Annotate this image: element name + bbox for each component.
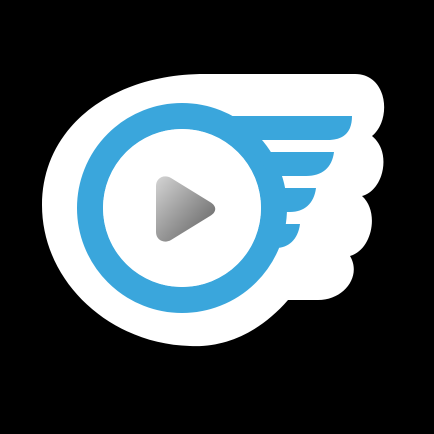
winged-play-logo	[0, 0, 434, 434]
app-icon	[0, 0, 434, 434]
